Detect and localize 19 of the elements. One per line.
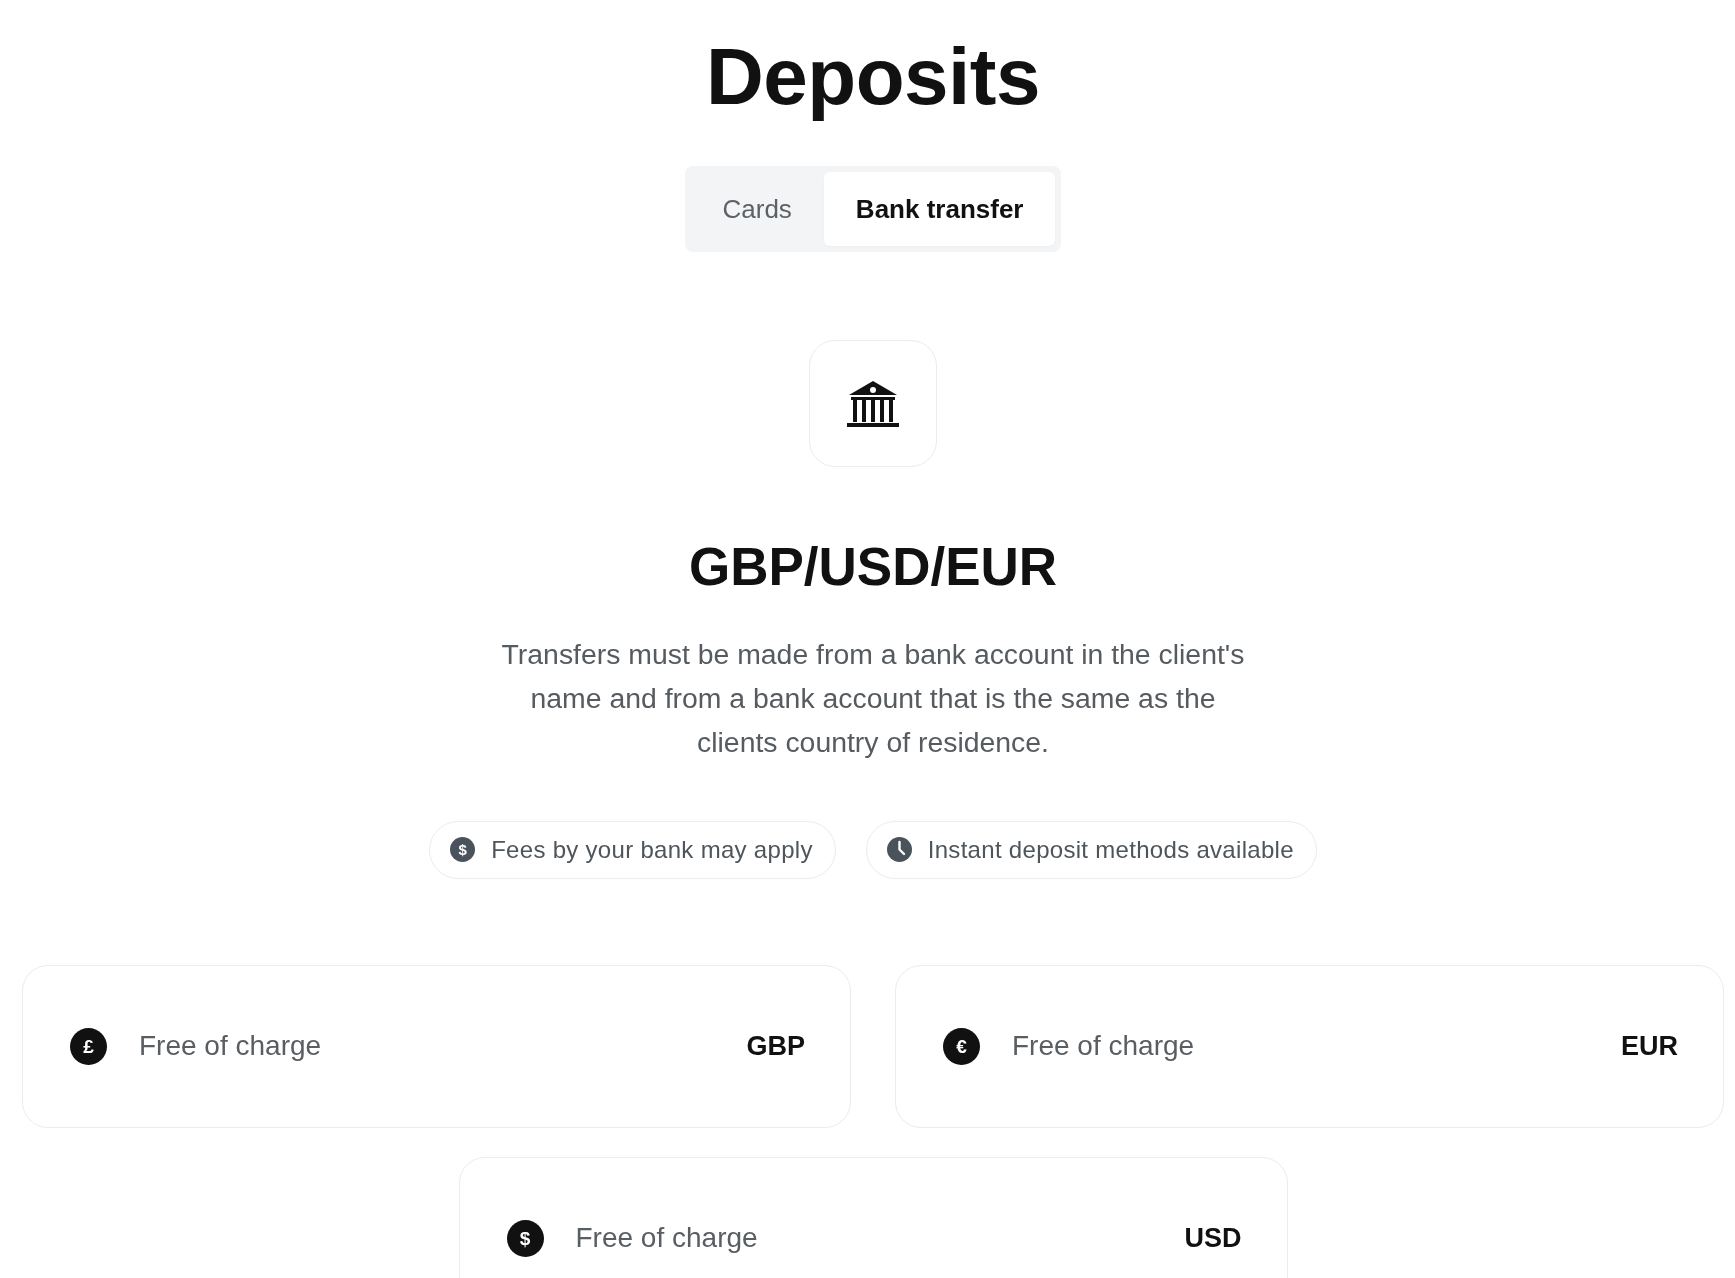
currency-code: EUR bbox=[1621, 1029, 1678, 1063]
currency-code: GBP bbox=[746, 1029, 805, 1063]
method-title: GBP/USD/EUR bbox=[688, 536, 1058, 598]
info-text: Instant deposit methods available bbox=[927, 834, 1294, 865]
clock-icon bbox=[886, 837, 912, 863]
info-text: Fees by your bank may apply bbox=[491, 834, 813, 865]
page-title: Deposits bbox=[706, 31, 1040, 123]
method-description: Transfers must be made from a bank account in the client's name and from a bank account that is the same as the clients country of residence. bbox=[500, 636, 1246, 760]
currency-icon: € bbox=[943, 1027, 980, 1065]
fee-text: Free of charge bbox=[575, 1221, 758, 1256]
tab[interactable]: Cards bbox=[690, 172, 824, 246]
currency-code: USD bbox=[1184, 1221, 1242, 1255]
currency-icon: £ bbox=[70, 1027, 107, 1065]
currency-icon: $ bbox=[506, 1219, 544, 1257]
fee-text: Free of charge bbox=[139, 1029, 322, 1064]
fee-text: Free of charge bbox=[1012, 1029, 1195, 1064]
tab[interactable]: Bank transfer bbox=[823, 172, 1056, 246]
bank-icon bbox=[847, 380, 899, 427]
coin-icon: $ bbox=[450, 837, 476, 863]
